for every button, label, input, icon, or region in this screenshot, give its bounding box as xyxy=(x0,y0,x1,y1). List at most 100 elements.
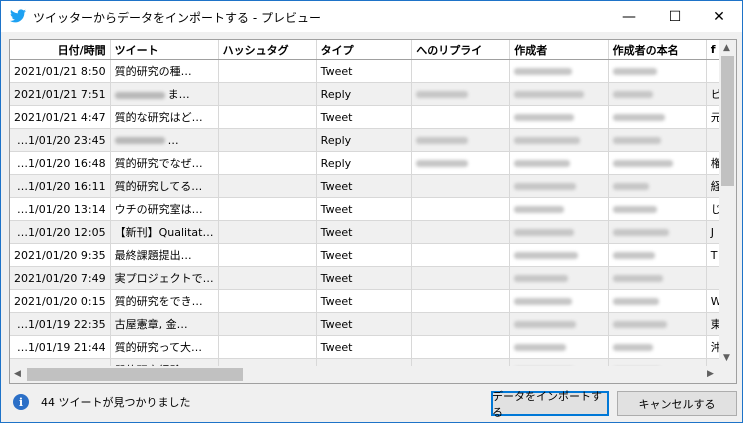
tweet-text: 質的研究してる… xyxy=(114,180,203,193)
cell-type: Reply xyxy=(316,82,413,106)
import-button[interactable]: データをインポートする xyxy=(491,390,609,419)
cell-author xyxy=(509,59,609,83)
title-bar[interactable]: ツイッターからデータをインポートする - プレビュー — ☐ ✕ xyxy=(1,1,742,32)
cell-tweet: 古屋憲章, 金… xyxy=(110,312,219,336)
cell-tweet: 最終課題提出… xyxy=(110,243,219,267)
tweet-text: 古屋憲章, 金… xyxy=(114,318,188,331)
cell-hashtag xyxy=(218,174,317,198)
cell-type: Tweet xyxy=(316,220,413,244)
cell-type: Tweet xyxy=(316,289,413,313)
scroll-down-arrow-icon[interactable]: ▼ xyxy=(723,353,730,363)
cell-date: …1/01/20 13:14 xyxy=(10,197,111,221)
redacted-value xyxy=(612,160,673,167)
close-button[interactable]: ✕ xyxy=(696,1,742,32)
horizontal-scrollbar[interactable]: ◀ ▶ xyxy=(10,366,719,383)
cell-hashtag xyxy=(218,243,317,267)
cell-tweet: 質的な研究はど… xyxy=(110,105,219,129)
table-row[interactable]: …1/01/20 13:14 ウチの研究室は… Tweet じ xyxy=(10,197,736,221)
vertical-scroll-thumb[interactable] xyxy=(721,56,734,186)
cell-author xyxy=(509,243,609,267)
column-header[interactable]: 作成者 xyxy=(509,40,609,60)
column-header[interactable]: へのリプライ xyxy=(411,40,511,60)
cell-date: …1/01/19 21:44 xyxy=(10,335,111,359)
column-header[interactable]: ツイート xyxy=(110,40,219,60)
tweet-preview-grid[interactable]: 日付/時間 ツイート ハッシュタグ タイプ へのリプライ 作成者 作成者の本名 f 2021/… xyxy=(9,39,737,384)
window-title: ツイッターからデータをインポートする - プレビュー xyxy=(33,11,321,25)
cell-type: Reply xyxy=(316,151,413,175)
cell-author xyxy=(509,82,609,106)
redacted-value xyxy=(612,252,655,259)
cell-author xyxy=(509,151,609,175)
cell-author-real-name xyxy=(608,197,707,221)
cell-hashtag xyxy=(218,266,317,290)
redacted-mention xyxy=(114,91,165,99)
table-row[interactable]: …1/01/19 21:44 質的研究って大… Tweet 沖 xyxy=(10,335,736,359)
scroll-up-arrow-icon[interactable]: ▲ xyxy=(723,43,730,53)
scrollbar-corner xyxy=(719,366,736,383)
table-row[interactable]: …1/01/20 23:45 … Reply xyxy=(10,128,736,152)
table-row[interactable]: …1/01/20 16:11 質的研究してる… Tweet 経 xyxy=(10,174,736,198)
redacted-value xyxy=(514,68,573,75)
cell-reply-to xyxy=(411,151,511,175)
cell-tweet: 質的研究って大… xyxy=(110,335,219,359)
column-header[interactable]: タイプ xyxy=(316,40,413,60)
table-row[interactable]: 2021/01/21 4:47 質的な研究はど… Tweet 元 xyxy=(10,105,736,129)
redacted-value xyxy=(612,275,663,282)
cell-reply-to xyxy=(411,266,511,290)
cell-author-real-name xyxy=(608,312,707,336)
redacted-value xyxy=(612,137,661,144)
cell-reply-to xyxy=(411,335,511,359)
cell-date: 2021/01/21 4:47 xyxy=(10,105,111,129)
status-text: 44 ツイートが見つかりました xyxy=(41,396,191,409)
redacted-value xyxy=(514,252,579,259)
cell-hashtag xyxy=(218,197,317,221)
table-row[interactable]: 2021/01/21 7:51 ま… Reply ビ xyxy=(10,82,736,106)
redacted-mention xyxy=(114,137,165,144)
redacted-value xyxy=(514,114,575,121)
redacted-value xyxy=(514,298,573,305)
table-row[interactable]: …1/01/19 22:35 古屋憲章, 金… Tweet 東 xyxy=(10,312,736,336)
table-row[interactable]: 2021/01/20 9:35 最終課題提出… Tweet T xyxy=(10,243,736,267)
cell-date: 2021/01/20 7:49 xyxy=(10,266,111,290)
cell-tweet: … xyxy=(110,128,219,152)
scroll-right-arrow-icon[interactable]: ▶ xyxy=(707,369,714,379)
vertical-scrollbar[interactable]: ▲ ▼ xyxy=(719,40,736,366)
redacted-value xyxy=(612,229,669,236)
cell-reply-to xyxy=(411,220,511,244)
cell-author xyxy=(509,289,609,313)
cell-type: Tweet xyxy=(316,197,413,221)
cell-type: Tweet xyxy=(316,266,413,290)
cell-type: Tweet xyxy=(316,312,413,336)
redacted-value xyxy=(416,91,469,98)
table-row[interactable]: 2021/01/21 8:50 質的研究の種… Tweet xyxy=(10,59,736,83)
cancel-button[interactable]: キャンセルする xyxy=(617,391,737,416)
redacted-value xyxy=(514,206,565,213)
cell-author xyxy=(509,266,609,290)
column-header[interactable]: 作成者の本名 xyxy=(608,40,707,60)
column-header[interactable]: ハッシュタグ xyxy=(218,40,317,60)
cell-author xyxy=(509,105,609,129)
cell-hashtag xyxy=(218,312,317,336)
redacted-value xyxy=(514,321,577,328)
cell-hashtag xyxy=(218,335,317,359)
table-row[interactable]: 2021/01/20 0:15 質的研究をでき… Tweet W xyxy=(10,289,736,313)
table-row[interactable]: …1/01/20 16:48 質的研究でなぜ… Reply 権 xyxy=(10,151,736,175)
info-icon: i xyxy=(13,394,29,410)
cell-tweet: ま… xyxy=(110,82,219,106)
maximize-button[interactable]: ☐ xyxy=(652,1,698,32)
scroll-left-arrow-icon[interactable]: ◀ xyxy=(14,369,21,379)
cell-hashtag xyxy=(218,82,317,106)
minimize-button[interactable]: — xyxy=(606,1,652,32)
cell-reply-to xyxy=(411,128,511,152)
table-row[interactable]: 2021/01/20 7:49 実プロジェクトで… Tweet xyxy=(10,266,736,290)
cell-type: Reply xyxy=(316,128,413,152)
cell-author xyxy=(509,197,609,221)
column-header[interactable]: 日付/時間 xyxy=(10,40,111,60)
cell-date: …1/01/20 16:48 xyxy=(10,151,111,175)
cell-author-real-name xyxy=(608,220,707,244)
tweet-text: 質的な研究はど… xyxy=(114,111,203,124)
cell-hashtag xyxy=(218,151,317,175)
table-row[interactable]: …1/01/20 12:05 【新刊】Qualitat… Tweet J xyxy=(10,220,736,244)
cell-author xyxy=(509,335,609,359)
horizontal-scroll-thumb[interactable] xyxy=(27,368,243,381)
